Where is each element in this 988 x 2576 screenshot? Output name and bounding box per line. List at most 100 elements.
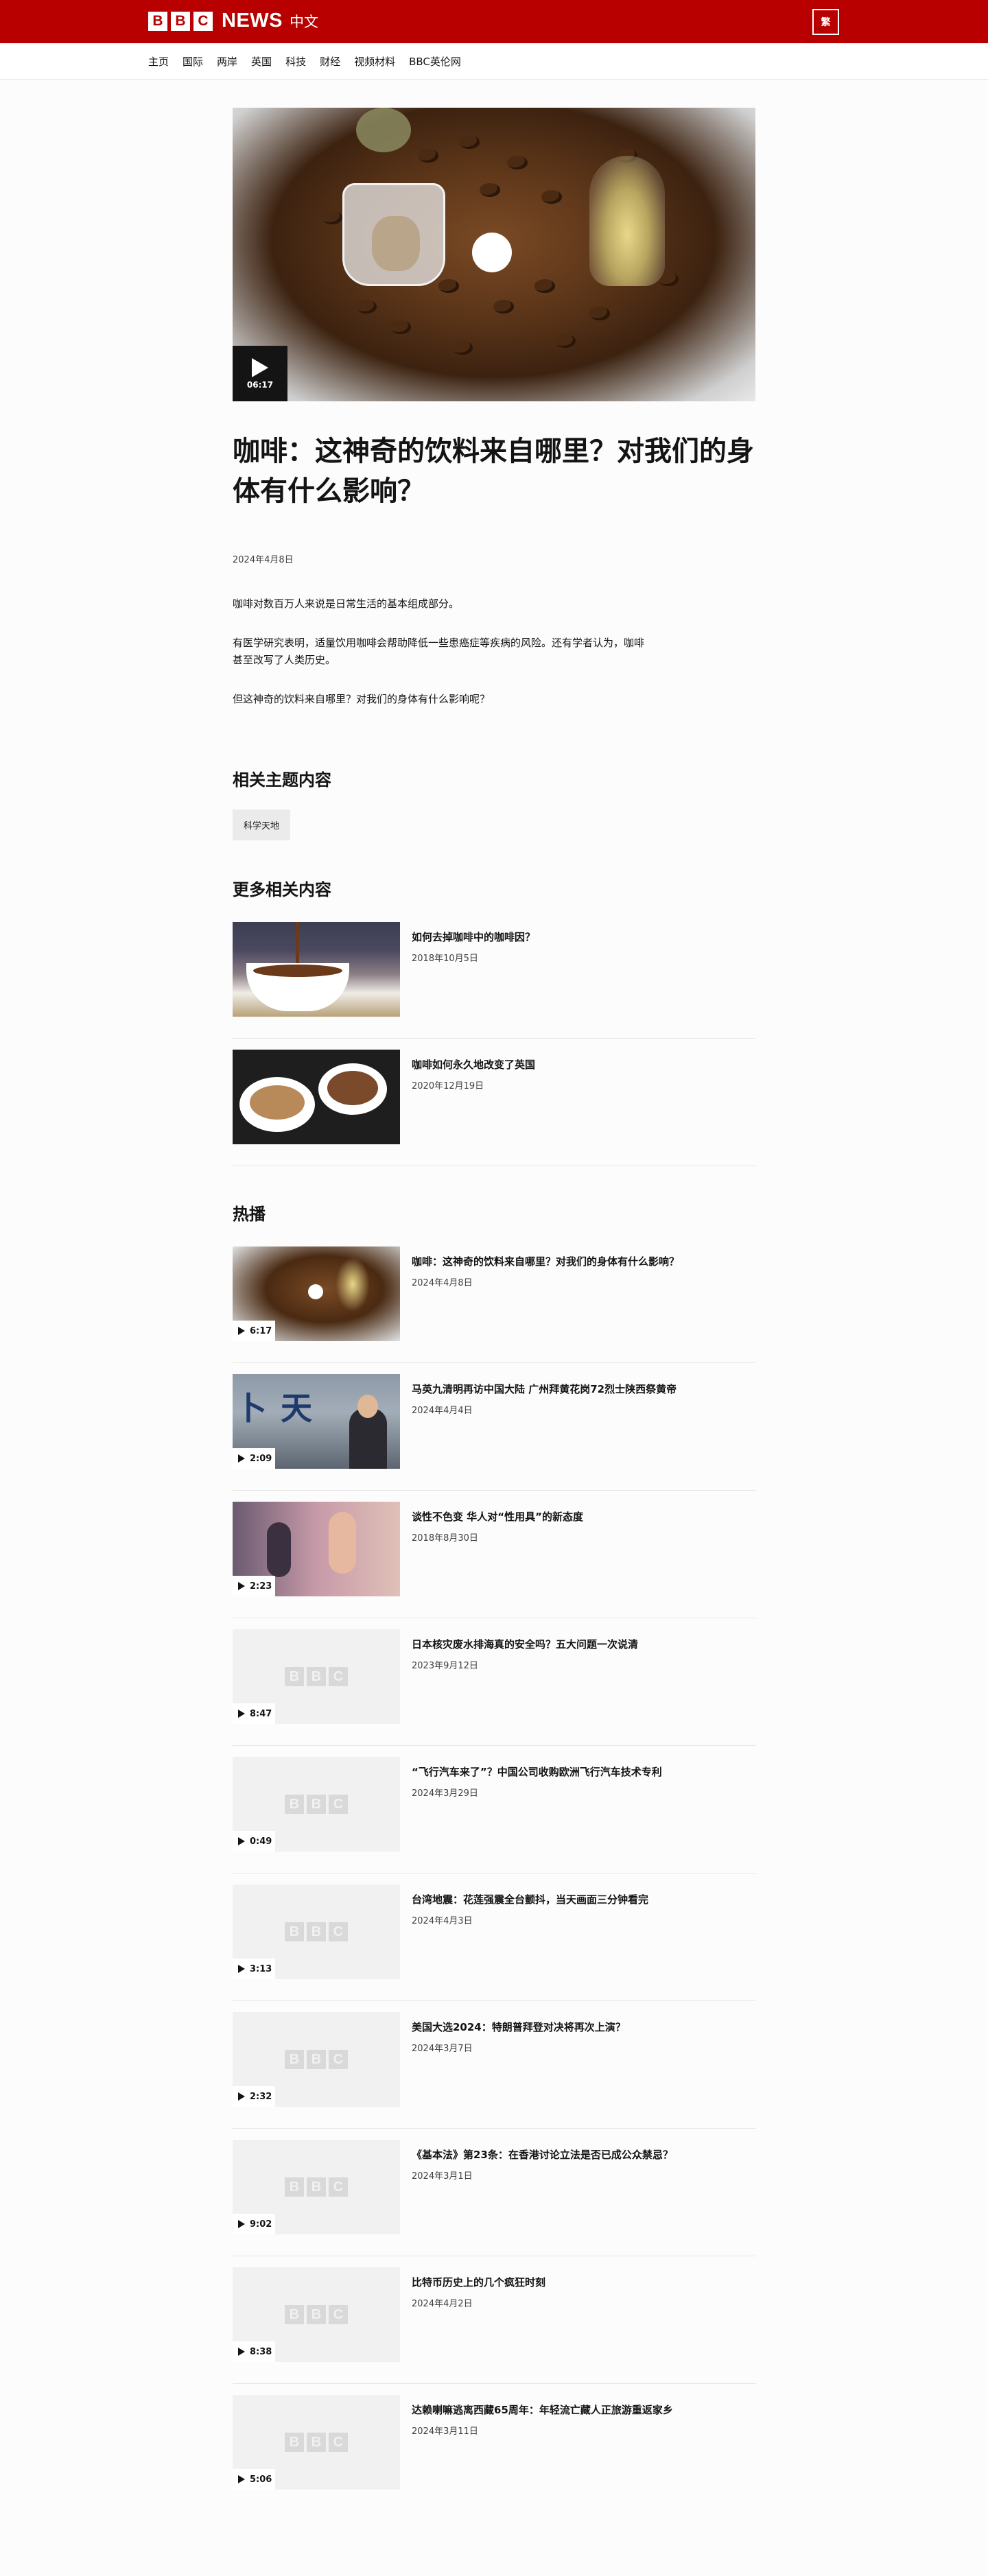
nav-item-world[interactable]: 国际 xyxy=(183,54,203,69)
hero-video-player[interactable]: 06:17 xyxy=(233,108,755,401)
item-title[interactable]: 如何去掉咖啡中的咖啡因？ xyxy=(412,930,535,944)
nav-item-business[interactable]: 财经 xyxy=(320,54,340,69)
article-main: 06:17 咖啡：这神奇的饮料来自哪里？对我们的身体有什么影响？ 2024年4月… xyxy=(233,108,755,2512)
bbc-news-logo[interactable]: B B C NEWS 中文 xyxy=(148,10,318,32)
bbc-placeholder-logo: BBC xyxy=(285,1795,351,1814)
item-date: 2018年8月30日 xyxy=(412,1533,478,1544)
bbc-placeholder-logo: BBC xyxy=(285,2305,351,2324)
thumbnail-image: 卜天 2:09 xyxy=(233,1374,400,1469)
article-date: 2024年4月8日 xyxy=(233,555,294,565)
bbc-placeholder-logo: BBC xyxy=(285,2050,351,2069)
spoon-illustration xyxy=(589,156,665,286)
related-topics-section: 相关主题内容 科学天地 xyxy=(233,766,755,840)
related-topics-heading: 相关主题内容 xyxy=(233,770,331,790)
logo-letter: B xyxy=(148,11,167,31)
duration-text: 9:02 xyxy=(250,2219,272,2230)
list-item[interactable]: BBC 8:47 日本核灾废水排海真的安全吗？五大问题一次说清 2023年9月1… xyxy=(233,1629,755,1746)
related-content-heading: 更多相关内容 xyxy=(233,880,331,899)
list-item[interactable]: 6:17 咖啡：这神奇的饮料来自哪里？对我们的身体有什么影响？ 2024年4月8… xyxy=(233,1246,755,1363)
duration-badge: 9:02 xyxy=(233,2214,275,2234)
item-date: 2024年4月2日 xyxy=(412,2299,473,2309)
item-title[interactable]: 日本核灾废水排海真的安全吗？五大问题一次说清 xyxy=(412,1638,638,1651)
duration-badge: 2:23 xyxy=(233,1576,275,1596)
nav-item-china-taiwan[interactable]: 两岸 xyxy=(217,54,237,69)
top-banner: B B C NEWS 中文 繁 xyxy=(0,0,988,43)
nav-item-uk[interactable]: 英国 xyxy=(251,54,272,69)
bbc-placeholder-logo: BBC xyxy=(285,1922,351,1941)
popular-list: 6:17 咖啡：这神奇的饮料来自哪里？对我们的身体有什么影响？ 2024年4月8… xyxy=(233,1246,755,2512)
list-item[interactable]: 如何去掉咖啡中的咖啡因？ 2018年10月5日 xyxy=(233,922,755,1039)
thumbnail-image xyxy=(233,1050,400,1144)
nav-item-video[interactable]: 视频材料 xyxy=(354,54,395,69)
mug-illustration xyxy=(342,183,445,286)
list-item[interactable]: BBC 2:32 美国大选2024：特朗普拜登对决将再次上演？ 2024年3月7… xyxy=(233,2012,755,2129)
list-item[interactable]: BBC 5:06 达赖喇嘛逃离西藏65周年：年轻流亡藏人正旅游重返家乡 2024… xyxy=(233,2395,755,2512)
nav-item-bbc-uk-china[interactable]: BBC英伦网 xyxy=(409,54,461,69)
list-item[interactable]: BBC 3:13 台湾地震：花莲强震全台颤抖，当天画面三分钟看完 2024年4月… xyxy=(233,1884,755,2001)
duration-text: 5:06 xyxy=(250,2474,272,2485)
play-icon xyxy=(238,1965,245,1973)
duration-text: 2:09 xyxy=(250,1453,272,1464)
play-icon xyxy=(238,2220,245,2228)
play-icon xyxy=(238,1837,245,1845)
duration-text: 8:38 xyxy=(250,2346,272,2357)
logo-news-text: NEWS xyxy=(222,10,283,32)
main-nav: 主页 国际 两岸 英国 科技 财经 视频材料 BBC英伦网 xyxy=(0,43,988,80)
duration-badge: 8:47 xyxy=(233,1703,275,1724)
article-paragraph: 有医学研究表明，适量饮用咖啡会帮助降低一些患癌症等疾病的风险。还有学者认为，咖啡… xyxy=(233,637,645,666)
popular-videos-section: 热播 6:17 咖啡：这神奇的饮料来自哪里？对我们的身体有什么影响？ 2024年… xyxy=(233,1201,755,2512)
list-item[interactable]: BBC 0:49 “飞行汽车来了”？中国公司收购欧洲飞行汽车技术专利 2024年… xyxy=(233,1757,755,1874)
list-item[interactable]: BBC 8:38 比特币历史上的几个疯狂时刻 2024年4月2日 xyxy=(233,2267,755,2384)
duration-text: 6:17 xyxy=(250,1325,272,1336)
duration-badge: 8:38 xyxy=(233,2341,275,2362)
duration-text: 2:32 xyxy=(250,2091,272,2102)
list-item[interactable]: 卜天 2:09 马英九清明再访中国大陆 广州拜黄花岗72烈士陕西祭黄帝 2024… xyxy=(233,1374,755,1491)
logo-letter: C xyxy=(193,11,213,31)
thumbnail-placeholder: BBC 2:32 xyxy=(233,2012,400,2107)
item-title[interactable]: 咖啡：这神奇的饮料来自哪里？对我们的身体有什么影响？ xyxy=(412,1255,679,1268)
traditional-chinese-toggle[interactable]: 繁 xyxy=(812,9,839,35)
plant-illustration xyxy=(356,108,411,152)
play-icon xyxy=(238,2475,245,2483)
item-title[interactable]: “飞行汽车来了”？中国公司收购欧洲飞行汽车技术专利 xyxy=(412,1765,662,1779)
play-icon xyxy=(238,2348,245,2356)
item-date: 2024年4月8日 xyxy=(412,1278,473,1288)
duration-badge: 2:09 xyxy=(233,1448,275,1469)
bbc-placeholder-logo: BBC xyxy=(285,2177,351,2197)
list-item[interactable]: BBC 9:02 《基本法》第23条：在香港讨论立法是否已成公众禁忌？ 2024… xyxy=(233,2140,755,2256)
nav-item-home[interactable]: 主页 xyxy=(148,54,169,69)
item-title[interactable]: 《基本法》第23条：在香港讨论立法是否已成公众禁忌？ xyxy=(412,2148,673,2162)
item-title[interactable]: 美国大选2024：特朗普拜登对决将再次上演？ xyxy=(412,2020,626,2034)
duration-text: 8:47 xyxy=(250,1708,272,1719)
duration-badge: 2:32 xyxy=(233,2086,275,2107)
thumbnail-placeholder: BBC 3:13 xyxy=(233,1884,400,1979)
thumbnail-placeholder: BBC 8:47 xyxy=(233,1629,400,1724)
topic-tag-science[interactable]: 科学天地 xyxy=(233,810,291,840)
list-item[interactable]: 咖啡如何永久地改变了英国 2020年12月19日 xyxy=(233,1050,755,1166)
play-button[interactable]: 06:17 xyxy=(233,346,287,401)
duration-badge: 6:17 xyxy=(233,1321,275,1341)
thumbnail-placeholder: BBC 9:02 xyxy=(233,2140,400,2234)
thumbnail-placeholder: BBC 8:38 xyxy=(233,2267,400,2362)
thumbnail-placeholder: BBC 0:49 xyxy=(233,1757,400,1852)
thumbnail-image: 6:17 xyxy=(233,1246,400,1341)
play-icon xyxy=(238,1710,245,1718)
list-item[interactable]: 2:23 谈性不色变 华人对“性用具”的新态度 2018年8月30日 xyxy=(233,1502,755,1618)
video-center-dot xyxy=(472,233,512,272)
item-date: 2024年3月29日 xyxy=(412,1788,478,1799)
thumbnail-placeholder: BBC 5:06 xyxy=(233,2395,400,2490)
duration-text: 3:13 xyxy=(250,1963,272,1974)
popular-heading: 热播 xyxy=(233,1205,266,1224)
item-title[interactable]: 马英九清明再访中国大陆 广州拜黄花岗72烈士陕西祭黄帝 xyxy=(412,1382,677,1396)
nav-item-tech[interactable]: 科技 xyxy=(285,54,306,69)
item-date: 2024年3月1日 xyxy=(412,2171,473,2182)
item-title[interactable]: 比特币历史上的几个疯狂时刻 xyxy=(412,2276,545,2289)
item-date: 2020年12月19日 xyxy=(412,1081,484,1091)
item-title[interactable]: 台湾地震：花莲强震全台颤抖，当天画面三分钟看完 xyxy=(412,1893,648,1906)
item-date: 2024年4月3日 xyxy=(412,1916,473,1926)
article-paragraph: 但这神奇的饮料来自哪里？对我们的身体有什么影响呢？ xyxy=(233,693,491,705)
item-title[interactable]: 达赖喇嘛逃离西藏65周年：年轻流亡藏人正旅游重返家乡 xyxy=(412,2403,673,2417)
article-title: 咖啡：这神奇的饮料来自哪里？对我们的身体有什么影响？ xyxy=(233,436,754,507)
item-title[interactable]: 咖啡如何永久地改变了英国 xyxy=(412,1058,535,1072)
item-title[interactable]: 谈性不色变 华人对“性用具”的新态度 xyxy=(412,1510,583,1524)
